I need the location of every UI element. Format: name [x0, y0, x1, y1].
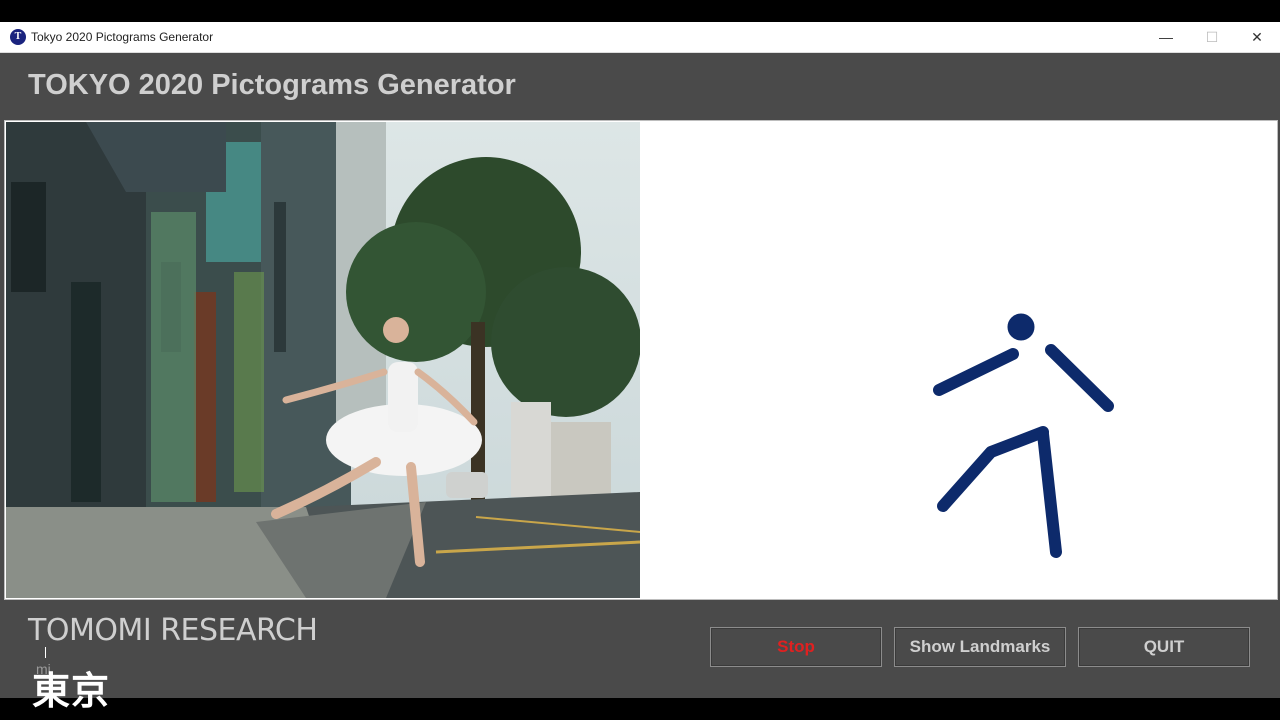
video-panels: [4, 120, 1278, 600]
show-landmarks-button[interactable]: Show Landmarks: [894, 627, 1066, 667]
tokyo-kanji-overlay: 東京: [32, 669, 111, 713]
minimize-icon[interactable]: —: [1143, 22, 1189, 52]
pictogram-right-arm: [1045, 344, 1114, 412]
stop-button[interactable]: Stop: [710, 627, 882, 667]
camera-feed: [6, 122, 640, 598]
quit-button[interactable]: QUIT: [1078, 627, 1250, 667]
pictogram-right-leg: [1037, 428, 1062, 558]
pictogram-left-leg: [937, 426, 1049, 512]
app-body: TOKYO 2020 Pictograms Generator TOMOMI R…: [0, 53, 1280, 698]
window-titlebar: T Tokyo 2020 Pictograms Generator — ☐ ✕: [0, 22, 1280, 53]
text-cursor: [45, 647, 46, 658]
window-title: Tokyo 2020 Pictograms Generator: [31, 30, 214, 44]
pictogram-left-arm: [933, 348, 1019, 396]
maximize-icon[interactable]: ☐: [1189, 22, 1235, 52]
app-icon: T: [10, 29, 26, 45]
brand-logo-text: TOMOMI RESEARCH: [28, 613, 318, 648]
close-icon[interactable]: ✕: [1234, 22, 1280, 52]
pictogram-figure: [933, 313, 1114, 558]
pictogram-canvas: [641, 122, 1277, 598]
camera-image: [6, 122, 640, 598]
pictogram-head: [1007, 313, 1035, 341]
page-title: TOKYO 2020 Pictograms Generator: [28, 69, 516, 101]
